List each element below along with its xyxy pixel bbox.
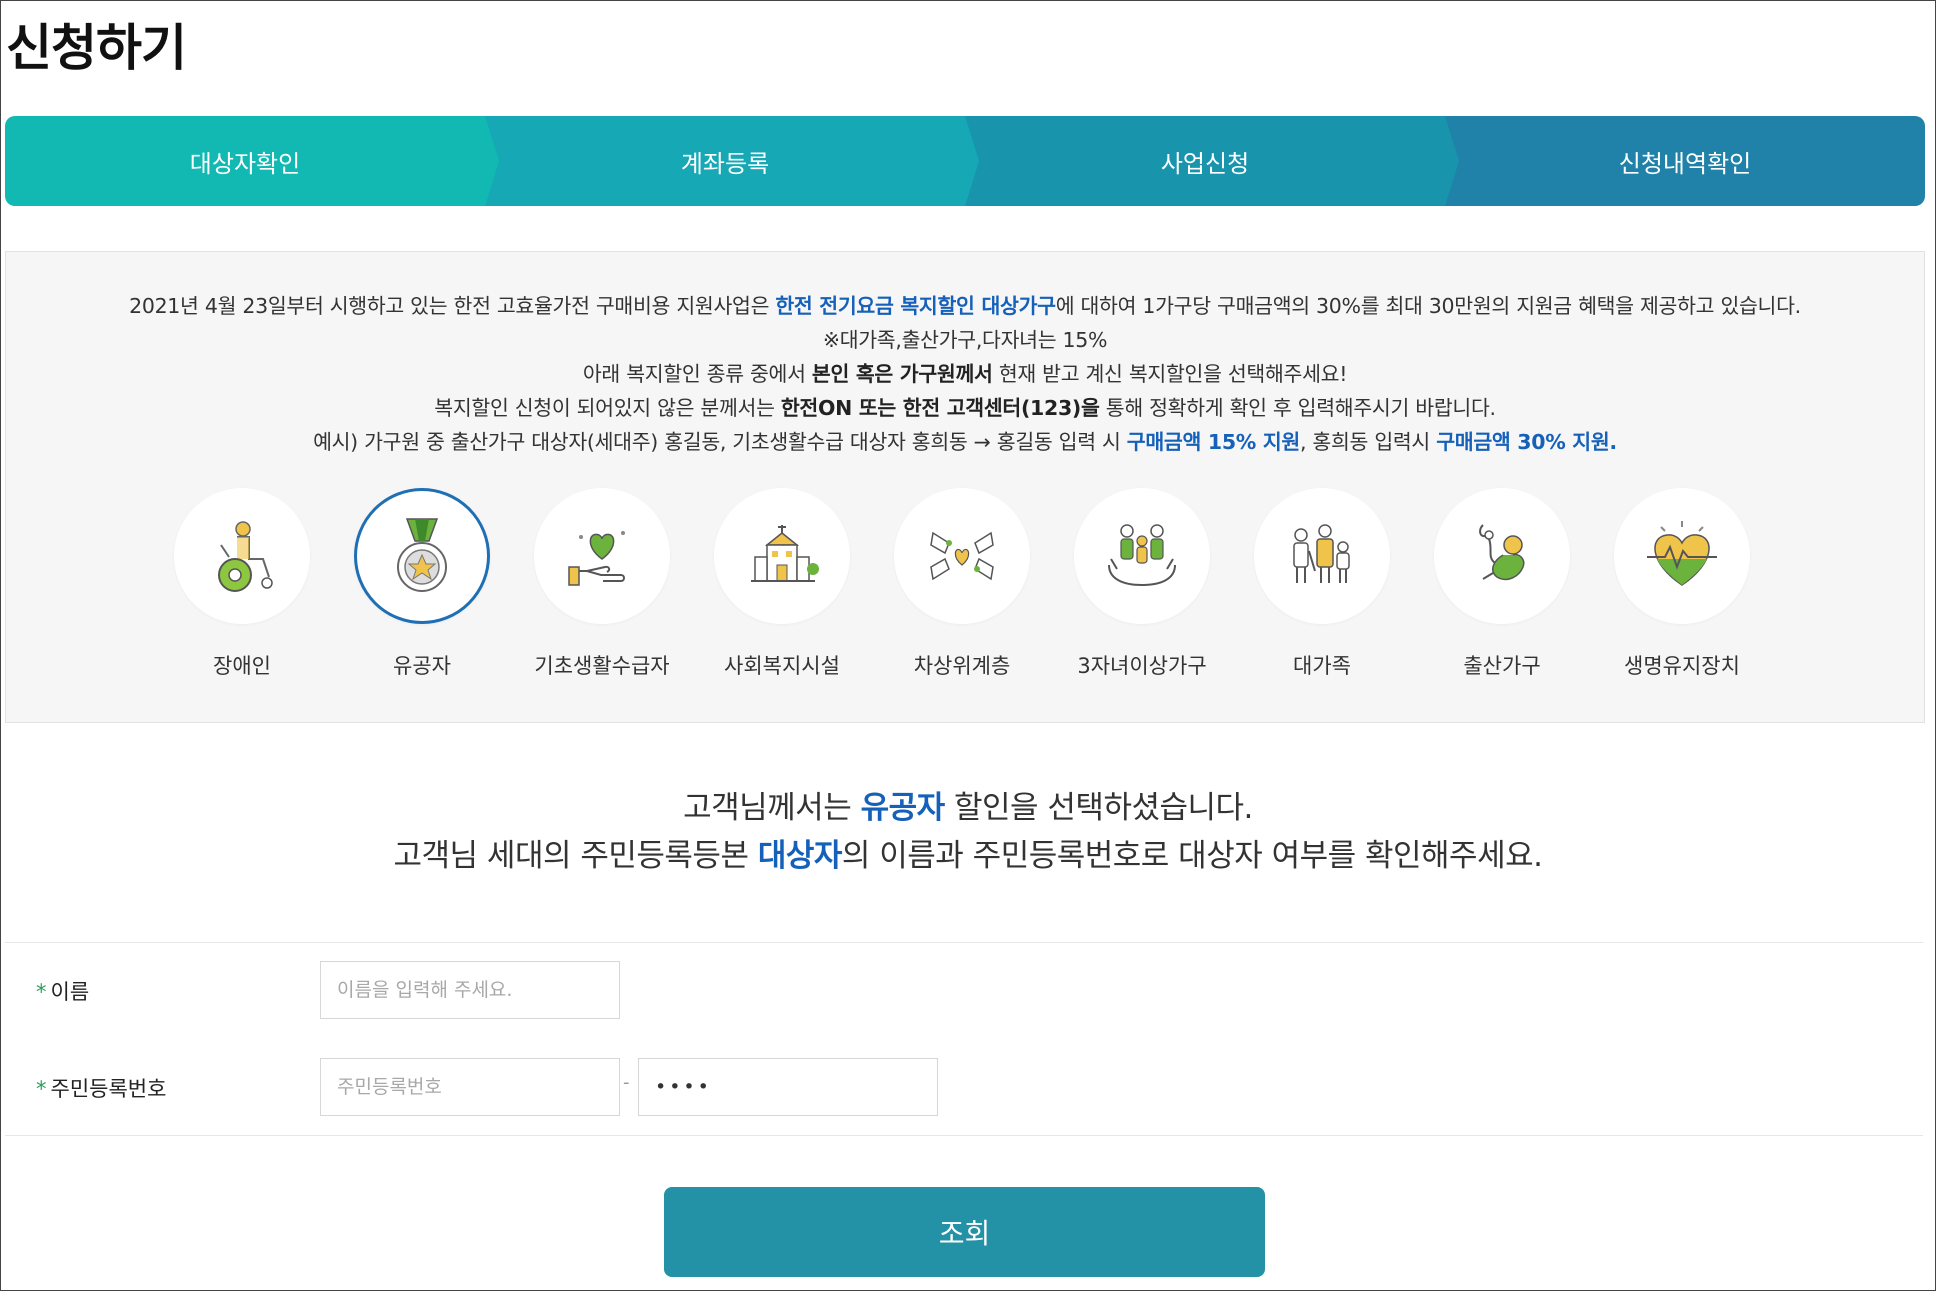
category-circle[interactable] xyxy=(1074,488,1210,624)
category-circle[interactable] xyxy=(1614,488,1750,624)
category-circle[interactable] xyxy=(534,488,670,624)
name-input[interactable] xyxy=(320,961,620,1019)
category-veteran[interactable]: 유공자 xyxy=(332,488,512,680)
category-label: 차상위계층 xyxy=(913,654,1011,678)
category-childbirth[interactable]: 출산가구 xyxy=(1412,488,1592,680)
rrn-label: * 주민등록번호 xyxy=(36,1077,167,1101)
notice-line-2: 고객님 세대의 주민등록등본 대상자의 이름과 주민등록번호로 대상자 여부를 … xyxy=(393,838,1543,874)
category-circle[interactable] xyxy=(714,488,850,624)
required-mark: * xyxy=(36,1077,47,1101)
page-title: 신청하기 xyxy=(6,19,187,77)
lookup-button[interactable]: 조회 xyxy=(664,1187,1265,1277)
heart-hand-icon xyxy=(568,531,625,586)
progress-steps: 대상자확인 계좌등록 사업신청 신청내역확인 xyxy=(5,116,1925,206)
info-line-1: 2021년 4월 23일부터 시행하고 있는 한전 고효율가전 구매비용 지원사… xyxy=(129,294,1801,318)
step-label: 사업신청 xyxy=(1160,149,1250,178)
hands-icon xyxy=(930,531,994,581)
step-business-apply: 사업신청 xyxy=(965,116,1459,206)
category-circle[interactable] xyxy=(1254,488,1390,624)
notice-line-1: 고객님께서는 유공자 할인을 선택하셨습니다. xyxy=(683,790,1253,826)
info-line-5: 예시) 가구원 중 출산가구 대상자(세대주) 홍길동, 기초생활수급 대상자 … xyxy=(313,430,1617,454)
category-three-children[interactable]: 3자녀이상가구 xyxy=(1052,488,1232,680)
family-icon xyxy=(1108,524,1176,587)
building-icon xyxy=(751,525,819,582)
big-family-icon xyxy=(1293,524,1350,583)
category-welfare-facility[interactable]: 사회복지시설 xyxy=(692,488,872,680)
category-label: 대가족 xyxy=(1293,654,1351,678)
info-box: 2021년 4월 23일부터 시행하고 있는 한전 고효율가전 구매비용 지원사… xyxy=(5,251,1925,723)
category-large-family[interactable]: 대가족 xyxy=(1232,488,1412,680)
category-label: 생명유지장치 xyxy=(1624,654,1740,678)
step-label: 대상자확인 xyxy=(189,149,301,178)
rrn-front-input[interactable] xyxy=(320,1058,620,1116)
category-label: 기초생활수급자 xyxy=(534,654,670,678)
info-line-3: 아래 복지할인 종류 중에서 본인 혹은 가구원께서 현재 받고 계신 복지할인… xyxy=(582,362,1348,386)
rrn-separator: - xyxy=(623,1072,630,1093)
form-divider-top xyxy=(5,942,1923,943)
category-circle[interactable] xyxy=(174,488,310,624)
rrn-back-input[interactable] xyxy=(638,1058,938,1116)
category-label: 사회복지시설 xyxy=(724,654,840,678)
selection-notice: 고객님께서는 유공자 할인을 선택하셨습니다. 고객님 세대의 주민등록등본 대… xyxy=(0,784,1936,880)
step-account-register: 계좌등록 xyxy=(485,116,979,206)
category-disabled[interactable]: 장애인 xyxy=(152,488,332,680)
category-label: 3자녀이상가구 xyxy=(1077,654,1207,678)
step-label: 신청내역확인 xyxy=(1618,149,1752,178)
category-label: 출산가구 xyxy=(1463,654,1541,678)
name-label: * 이름 xyxy=(36,980,90,1004)
wheelchair-icon xyxy=(218,521,273,592)
heartbeat-icon xyxy=(1647,521,1717,586)
required-mark: * xyxy=(36,980,47,1004)
category-near-poverty[interactable]: 차상위계층 xyxy=(872,488,1052,680)
medal-icon xyxy=(397,518,447,592)
category-life-support[interactable]: 생명유지장치 xyxy=(1592,488,1772,680)
category-list: 장애인 유공자 기초생활수급자 사회복지시설 차상위계층 3자녀이상가구 대가족… xyxy=(6,488,1924,678)
form-divider-bottom xyxy=(5,1135,1923,1136)
step-history-check: 신청내역확인 xyxy=(1445,116,1925,206)
info-line-4: 복지할인 신청이 되어있지 않은 분께서는 한전ON 또는 한전 고객센터(12… xyxy=(434,396,1496,420)
category-label: 유공자 xyxy=(393,654,451,678)
category-circle-selected[interactable] xyxy=(354,488,490,624)
category-label: 장애인 xyxy=(213,654,271,678)
step-target-check: 대상자확인 xyxy=(5,116,499,206)
step-label: 계좌등록 xyxy=(680,149,770,178)
category-basic-livelihood[interactable]: 기초생활수급자 xyxy=(512,488,692,680)
baby-icon xyxy=(1479,524,1525,581)
category-circle[interactable] xyxy=(894,488,1030,624)
info-text: 2021년 4월 23일부터 시행하고 있는 한전 고효율가전 구매비용 지원사… xyxy=(6,289,1924,459)
info-line-2: ※대가족,출산가구,다자녀는 15% xyxy=(822,328,1108,352)
category-circle[interactable] xyxy=(1434,488,1570,624)
